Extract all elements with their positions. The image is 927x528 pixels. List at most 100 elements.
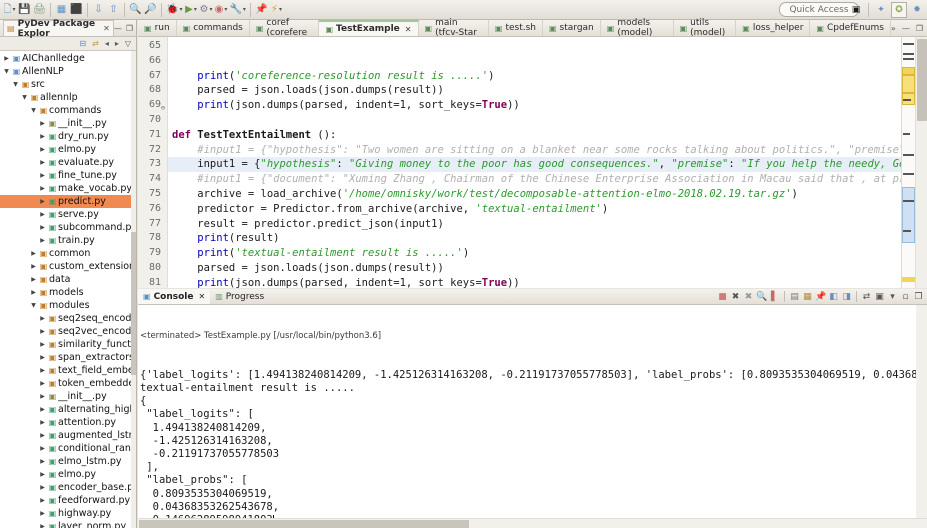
tree-item[interactable]: ▶▣augmented_lstm.py [0,429,136,442]
chevron-down-icon[interactable]: ▾ [194,6,197,13]
coverage-icon[interactable]: ◉ ▾ [213,1,228,18]
tab-console[interactable]: ▣ Console ✕ [138,289,211,304]
code-line[interactable]: print(json.dumps(parsed, indent=1, sort_… [168,98,901,113]
chevron-down-icon[interactable]: ▼ [29,302,38,309]
chevron-right-icon[interactable]: ▶ [38,458,47,465]
chevron-down-icon[interactable]: ▼ [2,68,11,75]
chevron-right-icon[interactable]: ▶ [38,523,47,528]
tab-overflow-icon[interactable]: » [891,24,896,33]
tree-item[interactable]: ▶ ▣ elmo.py [0,143,136,156]
skip-breakpoints-icon[interactable]: ⚡ ▾ [269,1,284,18]
new-console-view-icon[interactable]: ▣ [874,292,885,302]
chevron-down-icon[interactable]: ▾ [209,6,212,13]
show-console-icon[interactable]: ▦ [802,292,813,302]
pin-console-icon[interactable]: 📌 [815,292,826,302]
tree-item[interactable]: ▶▣conditional_random_field.p [0,442,136,455]
new-wizard-icon[interactable]: 🗋 ▾ [2,1,17,18]
display-selected-console-icon[interactable]: ◧ [828,292,839,302]
pin-console-icon[interactable]: 📌 [254,1,269,18]
source-code[interactable]: print('coreference-resolution result is … [168,37,901,288]
tree-item[interactable]: ▶ ▣ custom_extensions [0,260,136,273]
chevron-right-icon[interactable]: ▶ [38,237,47,244]
tree-scrollbar[interactable] [131,51,136,528]
chevron-right-icon[interactable]: ▶ [38,120,47,127]
search-icon[interactable]: 🔍 [128,1,143,18]
tree-item[interactable]: ▶ ▣ models [0,286,136,299]
chevron-right-icon[interactable]: ▶ [38,471,47,478]
overview-ruler[interactable] [901,37,915,288]
editor-tab-test-sh[interactable]: ▣ test.sh [489,20,543,36]
tree-item[interactable]: ▶ ▣ __init__.py [0,117,136,130]
build-all-icon[interactable]: ▦ [54,1,69,18]
quick-access-field[interactable]: Quick Access [779,2,859,17]
code-line[interactable]: print(result) [168,231,901,246]
chevron-right-icon[interactable]: ▶ [38,159,47,166]
tree-item[interactable]: ▶ ▣ encoder_base.py [0,481,136,494]
editor-tab-utils-model[interactable]: ▣ utils (model) [674,18,737,38]
remove-all-terminated-icon[interactable]: ✖ [743,292,754,302]
tree-item[interactable]: ▼ ▣ modules [0,299,136,312]
chevron-right-icon[interactable]: ▶ [38,510,47,517]
tree-item[interactable]: ▼ ▣ commands [0,104,136,117]
tree-item[interactable]: ▶ ▣ dry_run.py [0,130,136,143]
tab-progress[interactable]: ▥ Progress [210,289,269,304]
chevron-right-icon[interactable]: ▶ [38,406,47,413]
tree-item[interactable]: ▶ ▣ make_vocab.py [0,182,136,195]
chevron-right-icon[interactable]: ▶ [38,185,47,192]
code-line[interactable]: def TestTextEntailment (): [168,128,901,143]
editor-tab-coref-corefere[interactable]: ▣ coref (corefere [250,18,320,38]
editor-tab-testexample[interactable]: ▣ TestExample ✕ [319,20,419,36]
code-line[interactable]: parsed = json.loads(json.dumps(result)) [168,261,901,276]
perspective-debug-button[interactable]: ✪ [891,2,907,18]
chevron-right-icon[interactable]: ▶ [38,211,47,218]
code-line[interactable]: #input1 = {"hypothesis": "Two women are … [168,143,901,158]
console-output[interactable]: <terminated> TestExample.py [/usr/local/… [138,305,927,518]
open-type-icon[interactable]: ⬛ [69,1,84,18]
code-line[interactable]: #input1 = {"document": "Xuming Zhang , C… [168,172,901,187]
chevron-down-icon[interactable]: ▾ [243,6,246,13]
chevron-right-icon[interactable]: ▶ [38,445,47,452]
tree-item[interactable]: ▶▣text_field_embedders [0,364,136,377]
chevron-right-icon[interactable]: ▶ [38,224,47,231]
editor-tab-commands[interactable]: ▣ commands [177,20,250,36]
print-icon[interactable]: 🖨 [32,1,47,18]
maximize-view-icon[interactable]: ❐ [126,24,133,33]
save-icon[interactable]: 💾 [17,1,32,18]
chevron-right-icon[interactable]: ▶ [38,146,47,153]
remove-launch-icon[interactable]: ✖ [730,292,741,302]
close-icon[interactable]: ✕ [199,292,206,301]
link-icon[interactable]: ⇄ [861,292,872,302]
editor-tab-main-tfcv-star[interactable]: ▣ main (tfcv-Star [419,18,489,38]
console-vertical-scrollbar[interactable] [916,305,927,518]
tree-item[interactable]: ▶ ▣ fine_tune.py [0,169,136,182]
chevron-down-icon[interactable]: ▾ [13,6,16,13]
code-line[interactable]: print(json.dumps(parsed, indent=1, sort_… [168,276,901,288]
scroll-lock-icon[interactable]: ▌ [769,292,780,302]
tree-item[interactable]: ▶ ▣ feedforward.py [0,494,136,507]
open-console-icon[interactable]: ◨ [841,292,852,302]
code-line[interactable]: parsed = json.loads(json.dumps(result)) [168,83,901,98]
minimize-view-icon[interactable]: — [114,24,122,33]
tab-pydev-package-explorer[interactable]: ▤ PyDev Package Explor ✕ [3,19,114,39]
chevron-right-icon[interactable]: ▶ [38,380,47,387]
chevron-right-icon[interactable]: ▶ [38,133,47,140]
maximize-editor-icon[interactable]: ❐ [916,24,923,33]
tree-item[interactable]: ▶ ▣ attention.py [0,416,136,429]
chevron-down-icon[interactable]: ▾ [224,6,227,13]
tree-item[interactable]: ▼ ▣ allennlp [0,91,136,104]
editor-tab-loss-helper[interactable]: ▣ loss_helper [736,20,811,36]
tree-item[interactable]: ▶ ▣ serve.py [0,208,136,221]
clear-console-icon[interactable]: 🔍 [756,292,767,302]
chevron-right-icon[interactable]: ▶ [38,198,47,205]
chevron-right-icon[interactable]: ▶ [29,263,38,270]
forward-icon[interactable]: ▸ [115,39,119,48]
chevron-right-icon[interactable]: ▶ [38,367,47,374]
open-perspective-button[interactable]: ▣ [848,2,864,18]
editor-tab-run[interactable]: ▣ run [138,20,177,36]
chevron-down-icon[interactable]: ▾ [179,6,182,13]
chevron-right-icon[interactable]: ▶ [38,172,47,179]
chevron-right-icon[interactable]: ▶ [38,315,47,322]
editor-tab-models-model[interactable]: ▣ models (model) [601,18,674,38]
chevron-right-icon[interactable]: ▶ [38,341,47,348]
code-line[interactable]: result = predictor.predict_json(input1) [168,217,901,232]
